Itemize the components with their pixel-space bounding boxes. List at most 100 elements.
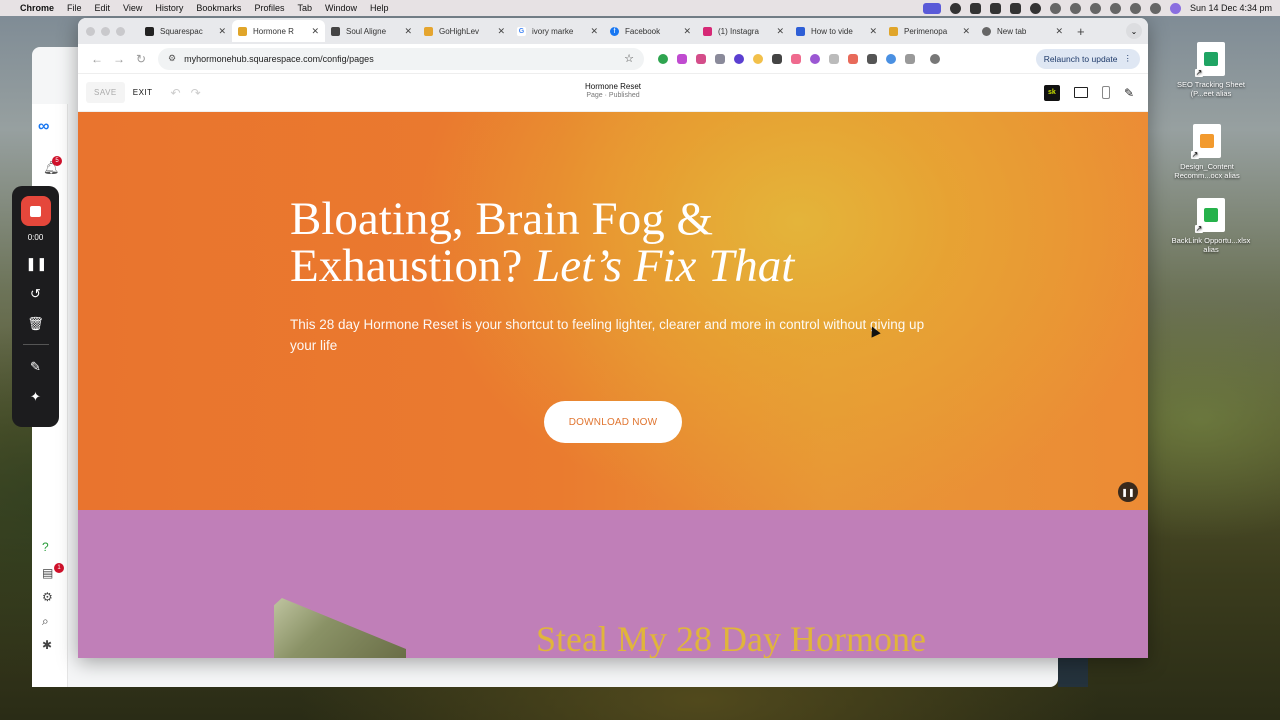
menu-history[interactable]: History bbox=[155, 3, 183, 13]
lead-magnet-section[interactable]: Steal My 28 Day Hormone bbox=[78, 510, 1148, 658]
sheets-file-icon: ↗ bbox=[1195, 42, 1225, 77]
restart-icon[interactable]: ↺ bbox=[26, 286, 46, 302]
zoom-icon[interactable] bbox=[949, 2, 961, 14]
download-extension-icon[interactable] bbox=[696, 53, 706, 64]
camera-icon[interactable] bbox=[989, 2, 1001, 14]
tab-hormone-reset[interactable]: Hormone R ✕ bbox=[232, 20, 325, 42]
tab-gohighlevel[interactable]: GoHighLev ✕ bbox=[418, 20, 511, 42]
macos-menubar: Chrome File Edit View History Bookmarks … bbox=[0, 0, 1280, 16]
app-tray-icon[interactable] bbox=[1009, 2, 1021, 14]
stop-recording-button[interactable] bbox=[20, 196, 51, 226]
pages-icon[interactable]: ▤ bbox=[42, 566, 53, 580]
hero-heading[interactable]: Bloating, Brain Fog & Exhaustion? Let’s … bbox=[290, 196, 910, 290]
section-image[interactable] bbox=[274, 598, 406, 658]
search-icon[interactable]: ⌕ bbox=[42, 614, 49, 629]
pen-icon[interactable]: ✎ bbox=[26, 359, 46, 375]
reload-icon[interactable]: ↻ bbox=[130, 52, 152, 66]
tab-google-search[interactable]: G ivory marke ✕ bbox=[511, 20, 604, 42]
extension-icon[interactable] bbox=[848, 53, 858, 64]
extension-icon[interactable] bbox=[886, 53, 896, 64]
tab-soul-aligned[interactable]: Soul Aligne ✕ bbox=[325, 20, 418, 42]
dropbox-icon[interactable] bbox=[1049, 2, 1061, 14]
tab-how-to-video[interactable]: How to vide ✕ bbox=[790, 20, 883, 42]
trash-icon[interactable]: 🗑︎ bbox=[26, 316, 46, 332]
menu-file[interactable]: File bbox=[67, 3, 82, 13]
tab-new-tab[interactable]: New tab ✕ bbox=[976, 20, 1069, 42]
wifi-icon[interactable] bbox=[1109, 2, 1121, 14]
siri-icon[interactable] bbox=[1169, 2, 1181, 14]
close-tab-icon[interactable]: ✕ bbox=[497, 26, 505, 37]
menu-profiles[interactable]: Profiles bbox=[254, 3, 284, 13]
desktop-file-seo-tracking[interactable]: ↗ SEO Tracking Sheet (P...eet alias bbox=[1168, 42, 1254, 98]
new-tab-plus-icon[interactable]: + bbox=[1077, 24, 1085, 39]
sheets-glyph-icon bbox=[1204, 52, 1218, 66]
profile-avatar[interactable] bbox=[930, 53, 940, 64]
meta-logo-icon[interactable]: ∞ bbox=[38, 118, 49, 136]
close-tab-icon[interactable]: ✕ bbox=[1055, 26, 1063, 37]
url-text[interactable]: myhormonehub.squarespace.com/config/page… bbox=[184, 54, 374, 64]
forward-arrow-icon[interactable]: → bbox=[108, 52, 130, 66]
close-tab-icon[interactable]: ✕ bbox=[962, 26, 970, 37]
menubar-clock[interactable]: Sun 14 Dec 4:34 pm bbox=[1190, 3, 1272, 13]
section-heading[interactable]: Steal My 28 Day Hormone bbox=[536, 618, 926, 658]
extension-icon[interactable] bbox=[677, 53, 687, 64]
minimize-window-icon[interactable] bbox=[101, 26, 110, 36]
extension-icon[interactable] bbox=[791, 53, 801, 64]
extension-icon[interactable] bbox=[867, 53, 877, 64]
help-icon[interactable]: ? bbox=[42, 540, 49, 554]
browser-toolbar: ← → ↻ ⚙ myhormonehub.squarespace.com/con… bbox=[78, 44, 1148, 74]
pause-video-icon[interactable]: ❚❚ bbox=[1118, 482, 1138, 502]
puzzle-extensions-icon[interactable] bbox=[905, 53, 915, 64]
tab-facebook[interactable]: f Facebook ✕ bbox=[604, 20, 697, 42]
close-tab-icon[interactable]: ✕ bbox=[776, 26, 784, 37]
close-tab-icon[interactable]: ✕ bbox=[404, 26, 412, 37]
menu-window[interactable]: Window bbox=[325, 3, 357, 13]
close-tab-icon[interactable]: ✕ bbox=[869, 26, 877, 37]
bookmark-star-icon[interactable]: ☆ bbox=[624, 52, 634, 65]
kebab-menu-icon[interactable]: ⋮ bbox=[1124, 53, 1133, 64]
confetti-icon[interactable]: ✦ bbox=[26, 389, 46, 405]
bug-icon[interactable]: ✱ bbox=[42, 638, 52, 652]
slack-icon[interactable] bbox=[969, 2, 981, 14]
menu-edit[interactable]: Edit bbox=[95, 3, 111, 13]
close-tab-icon[interactable]: ✕ bbox=[311, 26, 319, 37]
menu-app-name[interactable]: Chrome bbox=[20, 3, 54, 13]
desktop-file-backlink[interactable]: ↗ BackLink Opportu...xlsx alias bbox=[1168, 198, 1254, 254]
download-now-button[interactable]: DOWNLOAD NOW bbox=[544, 401, 682, 443]
desktop-file-design-content[interactable]: ↗ Design_Content Recomm...ocx alias bbox=[1164, 124, 1250, 180]
back-arrow-icon[interactable]: ← bbox=[86, 52, 108, 66]
relaunch-button[interactable]: Relaunch to update ⋮ bbox=[1035, 48, 1140, 69]
tab-instagram[interactable]: (1) Instagra ✕ bbox=[697, 20, 790, 42]
close-window-icon[interactable] bbox=[86, 26, 95, 36]
screen-record-icon[interactable] bbox=[922, 2, 941, 14]
address-bar[interactable]: ⚙ myhormonehub.squarespace.com/config/pa… bbox=[158, 47, 644, 70]
grammarly-icon[interactable] bbox=[658, 53, 668, 64]
tab-perimenopause[interactable]: Perimenopa ✕ bbox=[883, 20, 976, 42]
menu-tab[interactable]: Tab bbox=[297, 3, 312, 13]
sync-icon[interactable] bbox=[1069, 2, 1081, 14]
hero-subtext[interactable]: This 28 day Hormone Reset is your shortc… bbox=[290, 314, 930, 356]
grid-extension-icon[interactable] bbox=[772, 53, 782, 64]
search-icon[interactable] bbox=[1129, 2, 1141, 14]
creative-cloud-icon[interactable] bbox=[1029, 2, 1041, 14]
control-center-icon[interactable] bbox=[1149, 2, 1161, 14]
pause-icon[interactable]: ❚❚ bbox=[26, 256, 48, 272]
maximize-window-icon[interactable] bbox=[116, 26, 125, 36]
tab-squarespace[interactable]: Squarespac ✕ bbox=[139, 20, 232, 42]
extension-icon[interactable] bbox=[715, 53, 725, 64]
play-icon[interactable] bbox=[1089, 2, 1101, 14]
close-tab-icon[interactable]: ✕ bbox=[683, 26, 691, 37]
tab-search-chevron-icon[interactable]: ⌄ bbox=[1126, 23, 1142, 39]
settings-icon[interactable]: ⚙ bbox=[42, 590, 53, 604]
close-tab-icon[interactable]: ✕ bbox=[218, 26, 226, 37]
menu-help[interactable]: Help bbox=[370, 3, 389, 13]
hero-section[interactable]: Bloating, Brain Fog & Exhaustion? Let’s … bbox=[78, 112, 1148, 510]
menu-bookmarks[interactable]: Bookmarks bbox=[196, 3, 241, 13]
extension-icon[interactable] bbox=[734, 53, 744, 64]
extension-icon[interactable] bbox=[810, 53, 820, 64]
close-tab-icon[interactable]: ✕ bbox=[590, 26, 598, 37]
menu-view[interactable]: View bbox=[123, 3, 142, 13]
extension-icon[interactable] bbox=[829, 53, 839, 64]
site-settings-icon[interactable]: ⚙ bbox=[168, 53, 176, 64]
extension-icon[interactable] bbox=[753, 53, 763, 64]
